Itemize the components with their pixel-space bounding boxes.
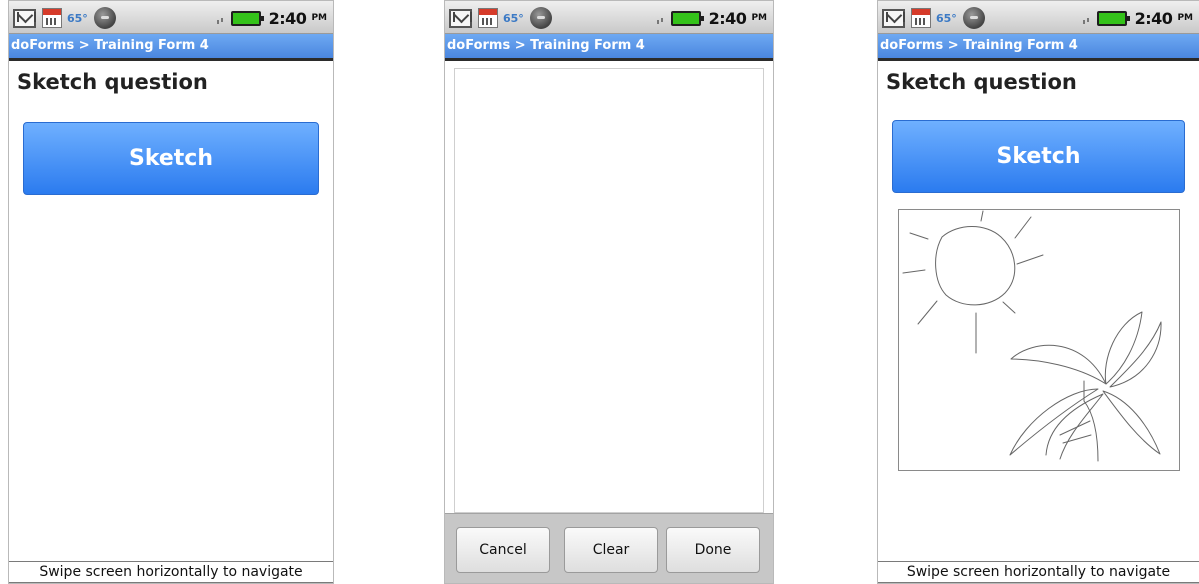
clock-time: 2:40 (268, 8, 307, 28)
sketch-preview-image[interactable] (898, 209, 1180, 471)
temperature-text: 65° (936, 11, 957, 25)
clock-ampm: PM (311, 13, 327, 23)
cancel-button[interactable]: Cancel (456, 527, 550, 573)
title-bar: doForms > Training Form 4 (9, 34, 333, 61)
signal-icon (1081, 11, 1093, 25)
weather-icon (962, 7, 985, 29)
gmail-icon (449, 8, 472, 28)
navigation-hint: Swipe screen horizontally to navigate (878, 561, 1199, 583)
title-bar: doForms > Training Form 4 (878, 34, 1199, 61)
phone-screen-form-empty: 65° 2:40 PM doForms > Training Form 4 Sk… (8, 0, 334, 584)
phone-screen-sketch-canvas: 65° 2:40 PM doForms > Training Form 4 Ca… (444, 0, 774, 584)
battery-icon (1096, 10, 1130, 26)
battery-icon (230, 10, 264, 26)
signal-icon (655, 11, 667, 25)
temperature-text: 65° (503, 11, 524, 25)
battery-icon (670, 10, 704, 26)
calendar-icon (478, 8, 498, 28)
calendar-icon (42, 8, 62, 28)
sketch-canvas[interactable] (454, 68, 764, 513)
sketch-action-bar: Cancel Clear Done (445, 513, 773, 583)
app-title: doForms > Training Form 4 (447, 38, 645, 53)
notification-icons: 65° (882, 7, 985, 29)
system-icons: 2:40 PM (655, 7, 767, 29)
status-bar: 65° 2:40 PM (9, 1, 333, 34)
clock-ampm: PM (751, 13, 767, 23)
done-button[interactable]: Done (666, 527, 760, 573)
notification-icons: 65° (13, 7, 116, 29)
clock-time: 2:40 (708, 8, 747, 28)
app-title: doForms > Training Form 4 (11, 38, 209, 53)
status-bar: 65° 2:40 PM (878, 1, 1199, 34)
sketch-button[interactable]: Sketch (23, 122, 319, 195)
notification-icons: 65° (449, 7, 552, 29)
clock-time: 2:40 (1134, 8, 1173, 28)
weather-icon (93, 7, 116, 29)
system-icons: 2:40 PM (1081, 7, 1193, 29)
title-bar: doForms > Training Form 4 (445, 34, 773, 61)
calendar-icon (911, 8, 931, 28)
sketch-button[interactable]: Sketch (892, 120, 1185, 193)
temperature-text: 65° (67, 11, 88, 25)
system-icons: 2:40 PM (215, 7, 327, 29)
gmail-icon (882, 8, 905, 28)
phone-screen-form-with-sketch: 65° 2:40 PM doForms > Training Form 4 Sk… (877, 0, 1199, 584)
signal-icon (215, 11, 227, 25)
clock-ampm: PM (1177, 13, 1193, 23)
status-bar: 65° 2:40 PM (445, 1, 773, 34)
navigation-hint: Swipe screen horizontally to navigate (9, 561, 333, 583)
app-title: doForms > Training Form 4 (880, 38, 1078, 53)
question-label: Sketch question (17, 70, 208, 94)
clear-button[interactable]: Clear (564, 527, 658, 573)
question-label: Sketch question (886, 70, 1077, 94)
weather-icon (529, 7, 552, 29)
gmail-icon (13, 8, 36, 28)
